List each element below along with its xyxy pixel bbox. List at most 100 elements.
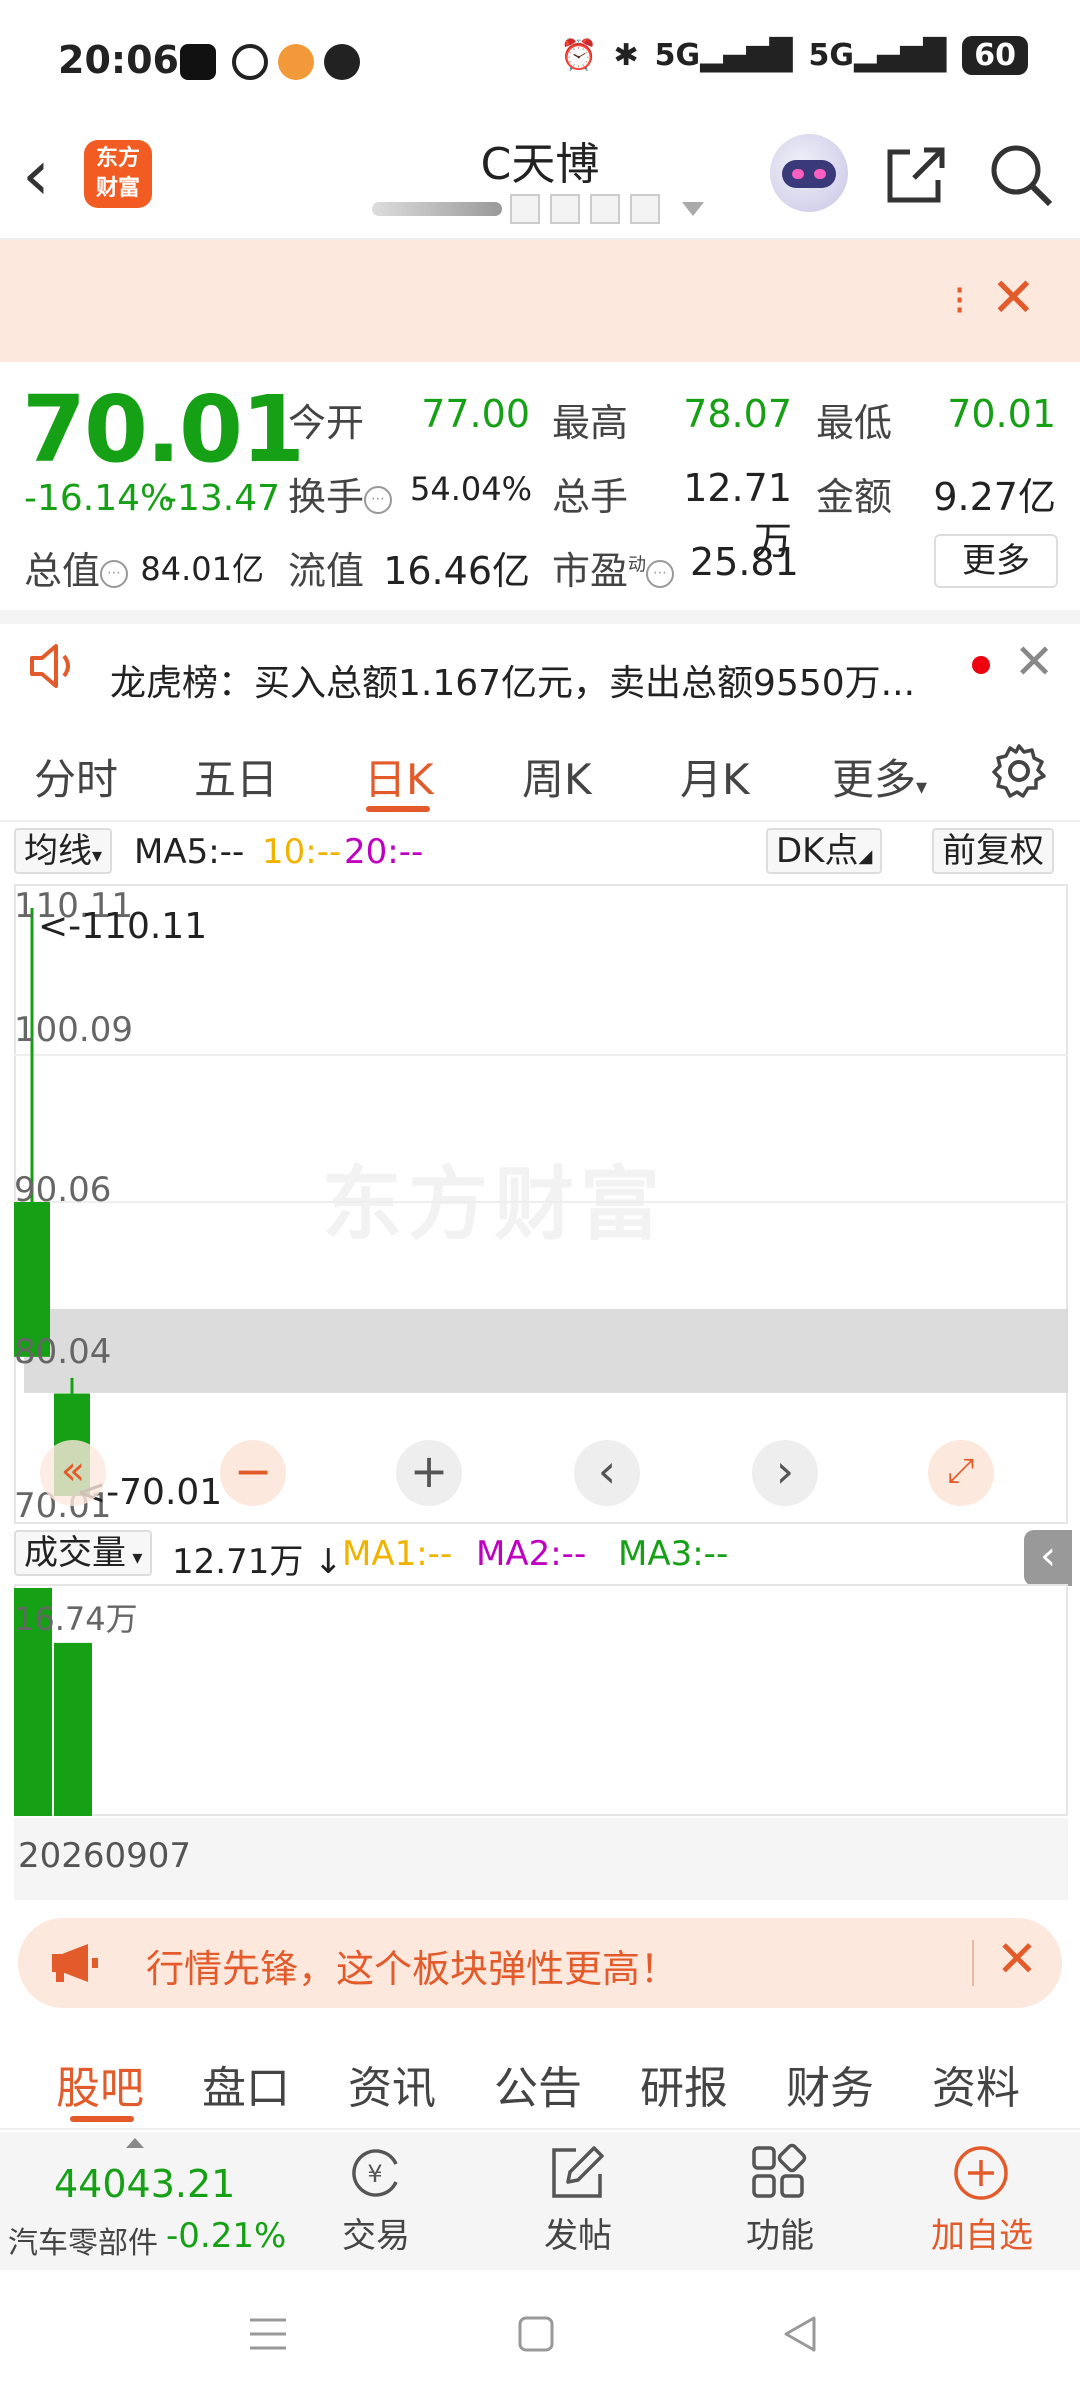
- stock-code-selector[interactable]: [372, 192, 704, 224]
- volume-toolbar: 成交量 ▾ 12.71万 ↓ MA1:-- MA2:-- MA3:-- ‹: [0, 1530, 1080, 1586]
- menu-icon[interactable]: [246, 2314, 290, 2354]
- scroll-left-double-icon[interactable]: «: [40, 1440, 106, 1506]
- function-label[interactable]: 功能: [742, 2208, 818, 2257]
- add-circle-icon[interactable]: [950, 2142, 1012, 2204]
- chevron-down-icon: [682, 202, 704, 216]
- app-notify-icon: [278, 44, 314, 80]
- tab-five-day[interactable]: 五日: [194, 746, 278, 807]
- volume-value: 12.71万 ↓: [172, 1542, 343, 1582]
- ma10-label: 10:--: [262, 832, 342, 872]
- low-value: 70.01: [947, 392, 1056, 436]
- back-nav-icon[interactable]: [780, 2314, 820, 2354]
- tab-news[interactable]: 资讯: [348, 2052, 436, 2116]
- vol-ma2-label: MA2:--: [476, 1534, 587, 1574]
- info-icon[interactable]: ⋯: [364, 485, 393, 514]
- mktcap-value: 84.01亿: [140, 550, 264, 588]
- search-icon[interactable]: [986, 140, 1056, 210]
- tab-guba[interactable]: 股吧: [56, 2052, 144, 2116]
- sector-index-value[interactable]: 44043.21: [54, 2162, 235, 2206]
- turnover-value: 54.04%: [410, 470, 533, 508]
- collapse-panel-button[interactable]: ‹: [1024, 1530, 1072, 1586]
- ma5-label: MA5:--: [134, 832, 245, 872]
- zoom-out-button[interactable]: −: [220, 1440, 286, 1506]
- float-value: 16.46亿: [383, 549, 530, 593]
- close-icon[interactable]: ✕: [1014, 634, 1054, 690]
- add-watchlist-label[interactable]: 加自选: [920, 2208, 1044, 2257]
- battery-icon: 60: [962, 36, 1028, 75]
- tab-announcements[interactable]: 公告: [494, 2052, 582, 2116]
- active-tab-indicator: [70, 2116, 134, 2122]
- dragon-tiger-notice[interactable]: 龙虎榜：买入总额1.167亿元，卖出总额9550万... ✕: [0, 624, 1080, 714]
- chevron-up-icon[interactable]: [126, 2138, 144, 2148]
- tab-monthly-k[interactable]: 月K: [680, 746, 750, 807]
- high-annotation: <-110.11: [38, 906, 208, 947]
- zoom-in-button[interactable]: +: [396, 1440, 462, 1506]
- notice-text: 龙虎榜：买入总额1.167亿元，卖出总额9550万...: [110, 663, 916, 704]
- high-label: 最高: [552, 401, 629, 445]
- pe-value: 25.81: [690, 540, 799, 584]
- adjust-button[interactable]: 前复权: [932, 828, 1054, 874]
- tab-weekly-k[interactable]: 周K: [522, 746, 592, 807]
- low-label: 最低: [816, 401, 893, 445]
- edit-icon[interactable]: [546, 2142, 608, 2204]
- app-notify-icon: [232, 44, 268, 80]
- volume-indicator-select[interactable]: 成交量 ▾: [14, 1530, 153, 1576]
- axis-label: 80.04: [14, 1332, 112, 1372]
- kline-canvas: [14, 908, 1068, 1496]
- move-right-button[interactable]: ›: [752, 1440, 818, 1506]
- pe-label: 市盈动 ⋯: [552, 540, 675, 595]
- more-button[interactable]: 更多: [934, 534, 1058, 588]
- tab-finance[interactable]: 财务: [786, 2052, 874, 2116]
- alarm-icon: ⏰: [560, 38, 598, 73]
- promo-banner[interactable]: 行情先锋，这个板块弹性更高！ ✕: [18, 1918, 1062, 2008]
- mktcap-label: 总值 ⋯: [24, 540, 129, 595]
- close-icon[interactable]: ✕: [996, 1930, 1038, 1988]
- apps-icon[interactable]: [748, 2142, 810, 2204]
- divider: [0, 610, 1080, 624]
- crosshair-band: [24, 1308, 1068, 1393]
- volume-canvas: [14, 1588, 92, 1816]
- tab-intraday[interactable]: 分时: [34, 746, 118, 807]
- tab-profile[interactable]: 资料: [932, 2052, 1020, 2116]
- chart-tabs: 分时 五日 日K 周K 月K 更多▾: [0, 722, 1080, 822]
- signal-icon: 5G▂▄▆█: [654, 38, 793, 73]
- dk-point-button[interactable]: DK点◢: [766, 828, 883, 874]
- tab-order-book[interactable]: 盘口: [202, 2052, 290, 2116]
- sector-name[interactable]: 汽车零部件: [8, 2218, 158, 2262]
- change-percent: -16.14%: [24, 478, 175, 519]
- wechat-icon: [324, 44, 360, 80]
- vol-ma1-label: MA1:--: [342, 1534, 453, 1574]
- chevron-down-icon: ▾: [916, 775, 928, 800]
- gear-icon[interactable]: [990, 742, 1048, 800]
- info-icon[interactable]: ⋯: [100, 559, 129, 588]
- trade-label[interactable]: 交易: [340, 2208, 412, 2257]
- info-icon[interactable]: ⋯: [646, 559, 675, 588]
- top-banner[interactable]: ⁝ ✕: [0, 240, 1080, 362]
- high-value: 78.07: [683, 392, 792, 436]
- fullscreen-button[interactable]: ⤢: [928, 1440, 994, 1506]
- bottom-action-bar: 44043.21 汽车零部件 -0.21% ¥ 交易 发帖 功能 加自选: [0, 2132, 1080, 2270]
- date-label: 20260907: [18, 1836, 192, 1876]
- move-left-button[interactable]: ‹: [574, 1440, 640, 1506]
- volume-label: 总手: [552, 475, 629, 519]
- ai-assistant-icon[interactable]: [770, 134, 848, 212]
- tiktok-icon: [180, 44, 216, 80]
- tab-research[interactable]: 研报: [640, 2052, 728, 2116]
- chart-toolbar: 均线▾ MA5:-- 10:-- 20:-- DK点◢ 前复权: [0, 826, 1080, 876]
- change-amount: -13.47: [164, 478, 281, 519]
- home-icon[interactable]: [516, 2314, 556, 2354]
- tab-daily-k[interactable]: 日K: [364, 746, 434, 807]
- share-icon[interactable]: [880, 140, 950, 210]
- status-time: 20:06: [58, 38, 179, 82]
- indicator-select[interactable]: 均线▾: [14, 828, 113, 874]
- post-label[interactable]: 发帖: [540, 2208, 616, 2257]
- close-icon[interactable]: ✕: [991, 266, 1036, 329]
- amount-label: 金额: [816, 475, 893, 519]
- signal-icon: 5G▂▄▆█: [808, 38, 947, 73]
- promo-text: 行情先锋，这个板块弹性更高！: [146, 1947, 679, 1991]
- chevron-down-icon: ▾: [92, 843, 103, 867]
- trade-icon[interactable]: ¥: [344, 2142, 406, 2204]
- turnover-label: 换手 ⋯: [288, 466, 393, 521]
- speaker-icon: [30, 644, 70, 688]
- tab-more[interactable]: 更多▾: [832, 746, 927, 807]
